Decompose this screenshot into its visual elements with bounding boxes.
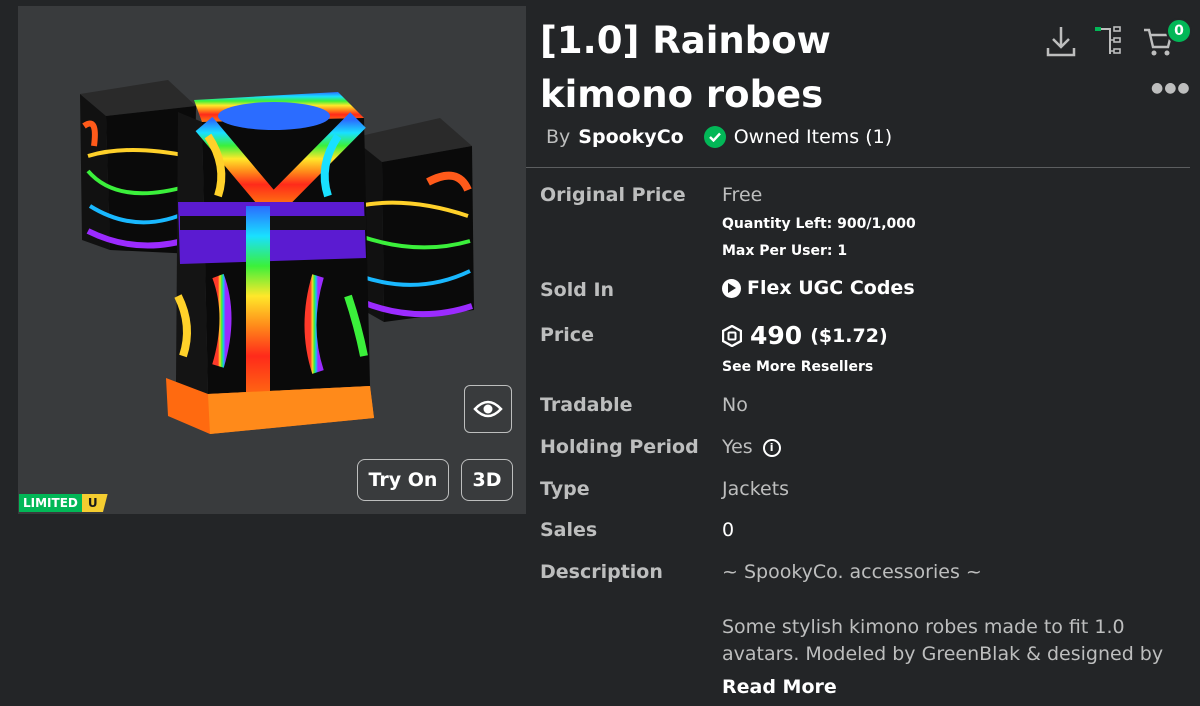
view-toggle-button[interactable] [464,385,512,433]
item-title: [1.0] Rainbow kimono robes [540,19,831,116]
holding-period-value-row: Yes i [722,436,781,458]
more-icon[interactable]: ●●● [1151,80,1191,96]
quantity-left: Quantity Left: 900/1,000 [722,216,916,232]
description-line1: ~ SpookyCo. accessories ~ [722,561,982,583]
3d-button[interactable]: 3D [461,459,513,501]
cart-count-badge: 0 [1166,18,1192,44]
sales-value: 0 [722,519,735,541]
description-body: Some stylish kimono robes made to fit 1.… [722,616,1164,665]
item-preview: Try On 3D LIMITED U [18,6,526,514]
price-value: 490 ($1.72) [722,321,888,350]
type-value: Jackets [722,478,790,500]
price-label: Price [540,324,594,346]
owned-items[interactable]: Owned Items (1) [703,126,893,148]
creator-link[interactable]: SpookyCo [578,126,683,148]
try-on-button[interactable]: Try On [357,459,449,501]
tradable-value: No [722,394,748,416]
play-icon [722,278,741,298]
see-more-resellers-link[interactable]: See More Resellers [722,359,873,375]
sold-in-value: Flex UGC Codes [747,277,915,299]
eye-icon [473,400,503,418]
holding-period-label: Holding Period [540,436,699,458]
limited-u-label: U [81,494,108,512]
owned-items-label: Owned Items (1) [733,126,893,148]
divider [526,167,1190,168]
download-icon [1046,27,1076,57]
original-price-value: Free [722,184,763,206]
description-label: Description [540,561,663,583]
check-icon [703,126,726,148]
by-label: By [546,126,571,148]
limited-label: LIMITED [19,494,82,512]
read-more-link[interactable]: Read More [722,676,843,698]
hierarchy-button[interactable] [1093,24,1125,62]
tradable-label: Tradable [540,394,633,416]
original-price-label: Original Price [540,184,686,206]
byline: By SpookyCo Owned Items (1) [546,126,892,148]
sold-in-label: Sold In [540,279,615,301]
item-thumbnail [80,80,474,434]
max-per-user: Max Per User: 1 [722,243,848,259]
price-robux: 490 [750,321,803,350]
type-label: Type [540,478,590,500]
holding-period-value: Yes [722,436,753,458]
price-usd: ($1.72) [810,324,888,347]
download-button[interactable] [1045,24,1077,62]
tree-icon [1095,26,1121,54]
sold-in-link[interactable]: Flex UGC Codes [722,277,915,299]
robux-icon [722,324,742,347]
info-icon[interactable]: i [762,438,781,457]
sales-label: Sales [540,519,598,541]
limited-badge: LIMITED U [19,494,108,512]
